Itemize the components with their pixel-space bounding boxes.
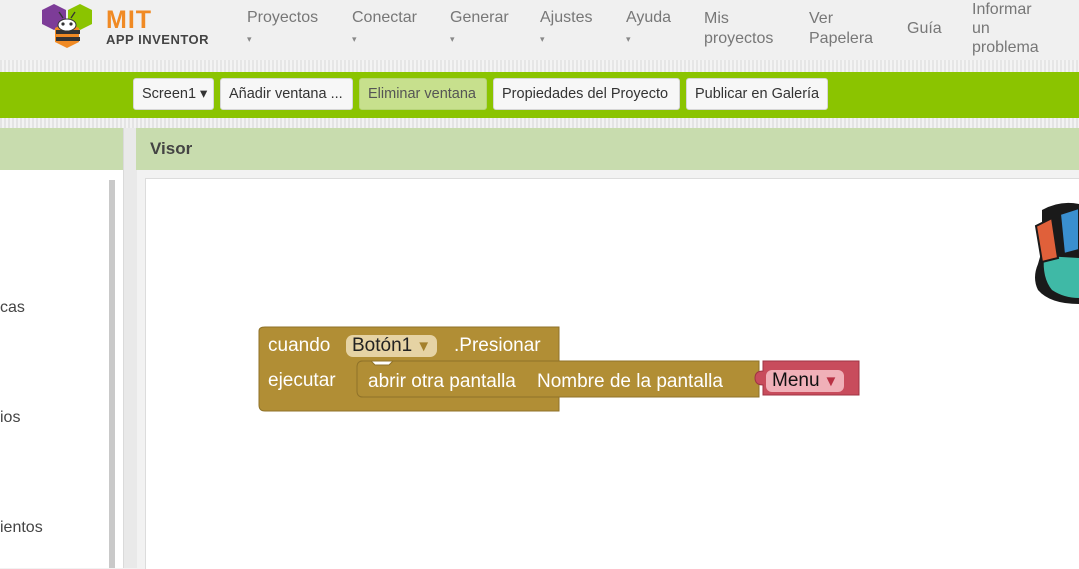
open-screen-label: abrir otra pantalla [368, 371, 516, 392]
palette-category-item[interactable]: ios [0, 409, 20, 427]
caret-down-icon: ▾ [352, 34, 357, 44]
separator-stripe [0, 60, 1079, 72]
mis-proyectos-line1: Mis [704, 10, 729, 27]
screen-name-label: Nombre de la pantalla [537, 371, 723, 392]
ver-papelera-line2: Papelera [809, 30, 874, 47]
screen-value-dropdown[interactable]: Menu ▼ [766, 370, 845, 392]
menu-proyectos-label: Proyectos [247, 9, 319, 26]
menu-generar-label: Generar [450, 9, 509, 26]
viewer-title: Visor [150, 139, 193, 158]
screen-value-label: Menu [772, 370, 820, 391]
logo-text-app-inventor: APP INVENTOR [106, 32, 210, 47]
menu-ayuda-label: Ayuda [626, 9, 672, 26]
mis-proyectos-line2: proyectos [704, 30, 774, 47]
dropdown-arrow-icon: ▼ [823, 373, 839, 390]
viewer-header: Visor [136, 128, 1079, 170]
event-keyword-cuando: cuando [268, 335, 331, 356]
menu-generar[interactable]: Generar ▾ [450, 8, 509, 49]
informar-line2: un [972, 20, 990, 37]
blocks-workspace[interactable]: cuando Botón1 ▼ .Presionar ejecutar abrir… [145, 178, 1079, 569]
palette-category-item[interactable]: cas [0, 299, 25, 317]
caret-down-icon: ▾ [247, 34, 252, 44]
bee-hexagon-icon [42, 4, 92, 48]
menu-guia[interactable]: Guía [907, 19, 942, 38]
publish-gallery-button[interactable]: Publicar en Galería [686, 78, 828, 110]
menu-ajustes-label: Ajustes [540, 9, 593, 26]
informar-line1: Informar [972, 1, 1032, 18]
caret-down-icon: ▾ [540, 34, 545, 44]
caret-down-icon: ▾ [626, 34, 631, 44]
menu-ver-papelera[interactable]: Ver Papelera [809, 9, 873, 49]
event-name: .Presionar [454, 335, 541, 356]
caret-down-icon: ▾ [450, 34, 455, 44]
app-inventor-logo[interactable]: MIT APP INVENTOR [36, 2, 216, 54]
top-navbar: MIT APP INVENTOR Proyectos ▾ Conectar ▾ … [0, 0, 1079, 60]
screen-select-dropdown[interactable]: Screen1 ▾ [133, 78, 214, 110]
palette-category-item[interactable]: ientos [0, 519, 43, 537]
palette-scrollbar[interactable] [109, 180, 115, 568]
remove-screen-button[interactable]: Eliminar ventana [359, 78, 487, 110]
separator-stripe [0, 118, 1079, 128]
project-properties-button[interactable]: Propiedades del Proyecto [493, 78, 680, 110]
menu-ayuda[interactable]: Ayuda ▾ [626, 8, 671, 49]
project-toolbar: Screen1 ▾ Añadir ventana ... Eliminar ve… [0, 72, 1079, 118]
menu-conectar-label: Conectar [352, 9, 417, 26]
menu-mis-proyectos[interactable]: Mis proyectos [704, 9, 773, 49]
logo-text-mit: MIT [106, 6, 153, 34]
component-dropdown-label: Botón1 [352, 335, 413, 356]
component-dropdown[interactable]: Botón1 ▼ [346, 335, 438, 357]
menu-informar-problema[interactable]: Informar un problema [972, 0, 1039, 57]
dropdown-arrow-icon: ▼ [416, 338, 432, 355]
ver-papelera-line1: Ver [809, 10, 834, 27]
blocks-palette-panel: cas ios ientos [0, 128, 123, 568]
add-screen-button[interactable]: Añadir ventana ... [220, 78, 353, 110]
menu-proyectos[interactable]: Proyectos ▾ [247, 8, 318, 49]
menu-ajustes[interactable]: Ajustes ▾ [540, 8, 592, 49]
do-keyword-ejecutar: ejecutar [268, 370, 336, 391]
informar-line3: problema [972, 39, 1039, 56]
menu-guia-label: Guía [907, 20, 942, 37]
backpack-icon[interactable] [1030, 200, 1079, 310]
panel-divider[interactable] [123, 128, 137, 568]
menu-conectar[interactable]: Conectar ▾ [352, 8, 417, 49]
palette-header [0, 128, 123, 170]
